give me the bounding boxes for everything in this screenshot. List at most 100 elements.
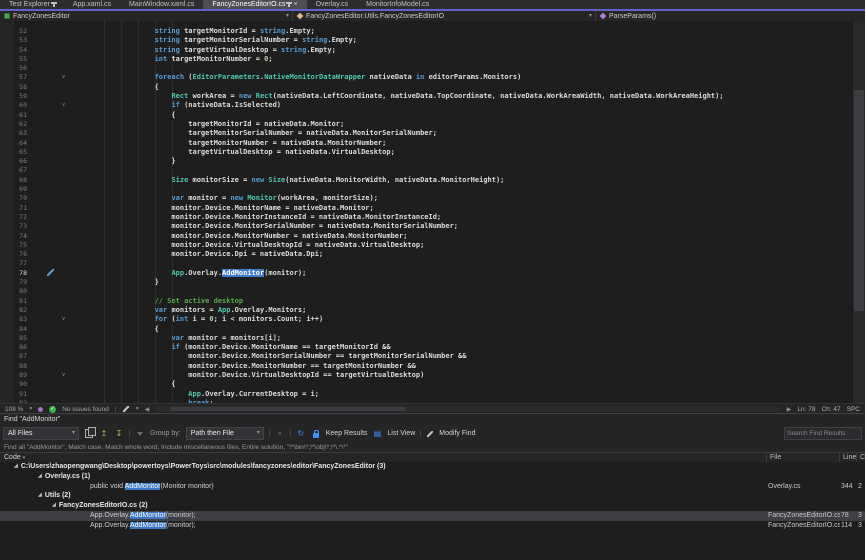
line-number: 76 [0, 250, 27, 259]
scroll-right-icon[interactable]: ▶ [787, 406, 792, 413]
code-line[interactable]: 52 string targetMonitorId = string.Empty… [0, 27, 853, 36]
code-line[interactable]: 72 monitor.Device.MonitorInstanceId = na… [0, 213, 853, 222]
code-line[interactable]: 54 string targetVirtualDesktop = string.… [0, 46, 853, 55]
keep-results-button[interactable]: Keep Results [326, 430, 368, 437]
project-dropdown[interactable]: FancyZonesEditor ▾ [0, 11, 293, 21]
code-line[interactable]: 67 [0, 166, 853, 175]
result-group-row[interactable]: ◢FancyZonesEditorIO.cs (2) [0, 501, 865, 511]
pin-icon[interactable] [53, 2, 55, 7]
code-line[interactable]: 66 } [0, 157, 853, 166]
horizontal-scrollbar[interactable] [157, 406, 779, 412]
code-line[interactable]: 77 [0, 259, 853, 268]
code-line[interactable]: 83∨ for (int i = 0; i < monitors.Count; … [0, 315, 853, 324]
lock-icon[interactable] [311, 429, 321, 439]
fold-arrow-icon[interactable]: ∨ [57, 371, 70, 380]
code-line[interactable]: 76 monitor.Device.Dpi = nativeData.Dpi; [0, 250, 853, 259]
list-view-icon[interactable]: ▤ [372, 429, 382, 439]
scope-dropdown[interactable]: All Files ▾ [3, 427, 79, 440]
fold-arrow-icon[interactable]: ∨ [57, 315, 70, 324]
code-line[interactable]: 71 monitor.Device.MonitorName = nativeDa… [0, 204, 853, 213]
code-line[interactable]: 84 { [0, 325, 853, 334]
code-line[interactable]: 56 [0, 64, 853, 73]
code-line[interactable]: 73 monitor.Device.MonitorSerialNumber = … [0, 222, 853, 231]
code-line[interactable]: 57∨ foreach (EditorParameters.NativeMoni… [0, 73, 853, 82]
fold-arrow-icon[interactable]: ∨ [57, 101, 70, 110]
code-line[interactable]: 74 monitor.Device.MonitorNumber = native… [0, 232, 853, 241]
code-line[interactable]: 62 targetMonitorId = nativeData.Monitor; [0, 120, 853, 129]
code-line[interactable]: 81 // Set active desktop [0, 297, 853, 306]
code-line[interactable]: 85 var monitor = monitors[i]; [0, 334, 853, 343]
expand-arrow-icon[interactable]: ◢ [38, 472, 42, 482]
zoom-level[interactable]: 108 % [5, 406, 23, 413]
code-line[interactable]: 60∨ if (nativeData.IsSelected) [0, 101, 853, 110]
pencil-icon[interactable] [122, 405, 129, 412]
code-line[interactable]: 70 var monitor = new Monitor(workArea, m… [0, 194, 853, 203]
code-line[interactable]: 87 monitor.Device.MonitorSerialNumber ==… [0, 352, 853, 361]
expand-arrow-icon[interactable]: ◢ [52, 501, 56, 511]
encoding-indicator: SPC [847, 406, 860, 413]
pin-icon[interactable] [288, 2, 290, 7]
code-line[interactable]: 90 { [0, 380, 853, 389]
scroll-left-icon[interactable]: ◀ [145, 406, 150, 413]
expand-arrow-icon[interactable]: ◢ [14, 462, 18, 472]
tab-monitorinfomodel-cs[interactable]: MonitorInfoModel.cs [357, 0, 438, 9]
code-editor[interactable]: 52 string targetMonitorId = string.Empty… [0, 21, 865, 403]
code-line[interactable]: 91 App.Overlay.CurrentDesktop = i; [0, 390, 853, 399]
code-line[interactable]: 58 { [0, 83, 853, 92]
issues-status[interactable]: No issues found [62, 406, 109, 413]
scrollbar-thumb[interactable] [170, 407, 406, 411]
clear-results-icon[interactable]: × [275, 429, 285, 439]
code-line[interactable]: 53 string targetMonitorSerialNumber = st… [0, 36, 853, 45]
result-group-row[interactable]: ◢C:\Users\zhaopengwang\Desktop\powertoys… [0, 462, 865, 472]
code-line[interactable]: 86 if (monitor.Device.MonitorName == tar… [0, 343, 853, 352]
modify-find-button[interactable]: Modify Find [439, 430, 475, 437]
code-line[interactable]: 79 } [0, 278, 853, 287]
code-line[interactable]: 59 Rect workArea = new Rect(nativeData.L… [0, 92, 853, 101]
copy-icon[interactable] [84, 429, 94, 439]
expand-arrow-icon[interactable]: ◢ [38, 491, 42, 501]
code-line[interactable]: 78 App.Overlay.AddMonitor(monitor); [0, 269, 853, 278]
col-cell: 3 [858, 521, 865, 531]
code-line[interactable]: 69 [0, 185, 853, 194]
type-dropdown[interactable]: FancyZonesEditor.Utils.FancyZonesEditorI… [293, 11, 596, 21]
health-indicator-icon[interactable] [38, 407, 43, 412]
code-line[interactable]: 89∨ monitor.Device.VirtualDesktopId == t… [0, 371, 853, 380]
chevron-down-icon: ▾ [23, 455, 26, 461]
member-dropdown[interactable]: ParseParams() [596, 11, 865, 21]
code-line[interactable]: 64 targetMonitorNumber = nativeData.Moni… [0, 139, 853, 148]
tab-mainwindow-xaml-cs[interactable]: MainWindow.xaml.cs [120, 0, 203, 9]
result-group-row[interactable]: ◢Overlay.cs (1) [0, 472, 865, 482]
close-icon[interactable]: × [293, 1, 297, 8]
code-line[interactable]: 63 targetMonitorSerialNumber = nativeDat… [0, 129, 853, 138]
chevron-down-icon[interactable]: ▾ [29, 406, 32, 412]
result-match-row[interactable]: App.Overlay.AddMonitor(monitor);FancyZon… [0, 521, 865, 531]
collapse-all-icon[interactable]: ↥ [99, 429, 109, 439]
code-line[interactable]: 80 [0, 287, 853, 296]
code-line[interactable]: 55 int targetMonitorNumber = 0; [0, 55, 853, 64]
tab-test-explorer[interactable]: Test Explorer [0, 0, 64, 9]
scrollbar-thumb[interactable] [854, 90, 864, 312]
editor-vertical-scrollbar[interactable] [853, 21, 865, 403]
code-line[interactable]: 65 targetVirtualDesktop = nativeData.Vir… [0, 148, 853, 157]
code-line[interactable]: 82 var monitors = App.Overlay.Monitors; [0, 306, 853, 315]
code-line[interactable]: 61 { [0, 111, 853, 120]
result-group-row[interactable]: ◢Utils (2) [0, 491, 865, 501]
list-view-button[interactable]: List View [387, 430, 415, 437]
result-match-row[interactable]: App.Overlay.AddMonitor(monitor);FancyZon… [0, 511, 865, 521]
code-line[interactable]: 88 monitor.Device.MonitorNumber == targe… [0, 362, 853, 371]
tab-fancyzoneseditorio-cs[interactable]: FancyZonesEditorIO.cs× [203, 0, 306, 9]
search-find-results-input[interactable] [784, 427, 862, 440]
tab-app-xaml-cs[interactable]: App.xaml.cs [64, 0, 120, 9]
refresh-icon[interactable]: ↻ [296, 429, 306, 439]
group-by-dropdown[interactable]: Path then File ▾ [186, 427, 264, 440]
line-number: 61 [0, 111, 27, 120]
fold-arrow-icon[interactable]: ∨ [57, 73, 70, 82]
chevron-down-icon[interactable]: ▾ [136, 406, 139, 412]
code-text: if (monitor.Device.MonitorName == target… [70, 343, 853, 352]
tab-overlay-cs[interactable]: Overlay.cs [307, 0, 358, 9]
filter-icon[interactable] [135, 429, 145, 439]
expand-all-icon[interactable]: ↧ [114, 429, 124, 439]
code-line[interactable]: 75 monitor.Device.VirtualDesktopId = nat… [0, 241, 853, 250]
result-match-row[interactable]: public void AddMonitor(Monitor monitor)O… [0, 482, 865, 492]
code-line[interactable]: 68 Size monitorSize = new Size(nativeDat… [0, 176, 853, 185]
